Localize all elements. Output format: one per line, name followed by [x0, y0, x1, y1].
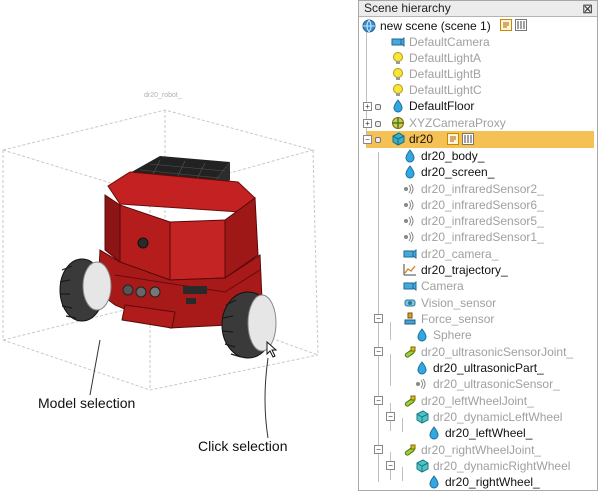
- tree-item-label: dr20_trajectory_: [421, 263, 508, 277]
- shape-icon: [427, 426, 441, 440]
- tree-item-label: dr20_infraredSensor1_: [421, 230, 544, 244]
- click-selection-annotation: Click selection: [198, 438, 288, 454]
- proximity-sensor-icon: [403, 198, 417, 212]
- tree-item-label: new scene (scene 1): [380, 19, 491, 33]
- tree-item-label: dr20_rightWheelJoint_: [421, 443, 542, 457]
- tree-item-label: dr20_ultrasonicPart_: [433, 361, 544, 375]
- tree-item-label: dr20_leftWheel_: [445, 426, 533, 440]
- light-icon: [391, 67, 405, 81]
- tree-item-label: dr20_screen_: [421, 165, 495, 179]
- tree-item-label: dr20_camera_: [421, 247, 499, 261]
- proximity-sensor-icon: [403, 182, 417, 196]
- tree-item-label: Vision_sensor: [421, 296, 497, 310]
- tree-item-label: dr20_ultrasonicSensorJoint_: [421, 345, 574, 359]
- dr20-customization-icon[interactable]: [462, 133, 474, 145]
- camera-icon: [403, 279, 417, 293]
- collapse-toggle-dynamic-right-wheel[interactable]: −: [386, 461, 395, 470]
- tree-item-label: Camera: [421, 279, 464, 293]
- tree-item-label: Force_sensor: [421, 312, 495, 326]
- camera-icon: [403, 247, 417, 261]
- model-selection-annotation: Model selection: [38, 395, 136, 411]
- object-label: dr20_robot_: [144, 92, 182, 99]
- light-icon: [391, 51, 405, 65]
- shape-icon: [415, 328, 429, 342]
- dynamic-shape-icon: [415, 459, 429, 473]
- tree-item-label: XYZCameraProxy: [409, 116, 506, 130]
- scene-script-icon[interactable]: [500, 19, 512, 31]
- robot-render[interactable]: [0, 0, 350, 491]
- tree-item-label: dr20_leftWheelJoint_: [421, 394, 534, 408]
- tree-item-label: DefaultLightB: [409, 67, 482, 81]
- shape-icon: [391, 99, 405, 113]
- panel-header: Scene hierarchy ⊠: [359, 1, 597, 17]
- tree-item-label: dr20_infraredSensor6_: [421, 198, 544, 212]
- dynamic-shape-icon: [415, 410, 429, 424]
- joint-icon: [403, 345, 417, 359]
- shape-icon: [403, 149, 417, 163]
- collapse-toggle-force-sensor[interactable]: −: [374, 314, 383, 323]
- shape-icon: [403, 165, 417, 179]
- joint-icon: [403, 443, 417, 457]
- tree-item-label: dr20_dynamicLeftWheel: [433, 410, 563, 424]
- force-sensor-icon: [403, 312, 417, 326]
- tree-item-label: dr20_dynamicRightWheel: [433, 459, 571, 473]
- tree-item-label: dr20_rightWheel_: [445, 475, 540, 489]
- expand-toggle-defaultfloor[interactable]: +: [363, 102, 372, 111]
- proximity-sensor-icon: [403, 214, 417, 228]
- camera-icon: [391, 35, 405, 49]
- close-icon[interactable]: ⊠: [582, 1, 593, 16]
- shape-icon: [415, 361, 429, 375]
- panel-title: Scene hierarchy: [364, 1, 451, 15]
- tree-item-label: dr20_body_: [421, 149, 485, 163]
- collapse-toggle-dynamic-left-wheel[interactable]: −: [386, 412, 395, 421]
- scene-customization-icon[interactable]: [515, 19, 527, 31]
- tree-item-label: dr20: [409, 132, 434, 146]
- vision-sensor-icon: [403, 296, 417, 310]
- expand-toggle-xyzcameraproxy[interactable]: +: [363, 119, 372, 128]
- proximity-sensor-icon: [403, 230, 417, 244]
- dummy-icon: [391, 116, 405, 130]
- collapse-toggle-ultrasonic-joint[interactable]: −: [374, 347, 383, 356]
- light-icon: [391, 83, 405, 97]
- collapse-toggle-right-wheel-joint[interactable]: −: [374, 445, 383, 454]
- joint-icon: [403, 394, 417, 408]
- tree-item-label: DefaultCamera: [409, 35, 490, 49]
- globe-icon: [362, 19, 376, 33]
- collapse-toggle-left-wheel-joint[interactable]: −: [374, 396, 383, 405]
- tree-item-label: dr20_ultrasonicSensor_: [433, 377, 560, 391]
- scene-viewport[interactable]: dr20_robot_ Model selection Click select…: [0, 0, 350, 491]
- dr20-script-icon[interactable]: [447, 133, 459, 145]
- shape-icon: [427, 475, 441, 489]
- tree-item-label: DefaultFloor: [409, 99, 475, 113]
- tree-item-label: DefaultLightC: [409, 83, 482, 97]
- proximity-sensor-icon: [415, 377, 429, 391]
- collapse-toggle-dr20[interactable]: −: [363, 135, 372, 144]
- tree-item-label: Sphere: [433, 328, 472, 342]
- model-icon: [391, 132, 405, 146]
- tree-item-label: DefaultLightA: [409, 51, 482, 65]
- tree-item-label: dr20_infraredSensor2_: [421, 182, 544, 196]
- tree-item-label: dr20_infraredSensor5_: [421, 214, 544, 228]
- graph-icon: [403, 263, 417, 277]
